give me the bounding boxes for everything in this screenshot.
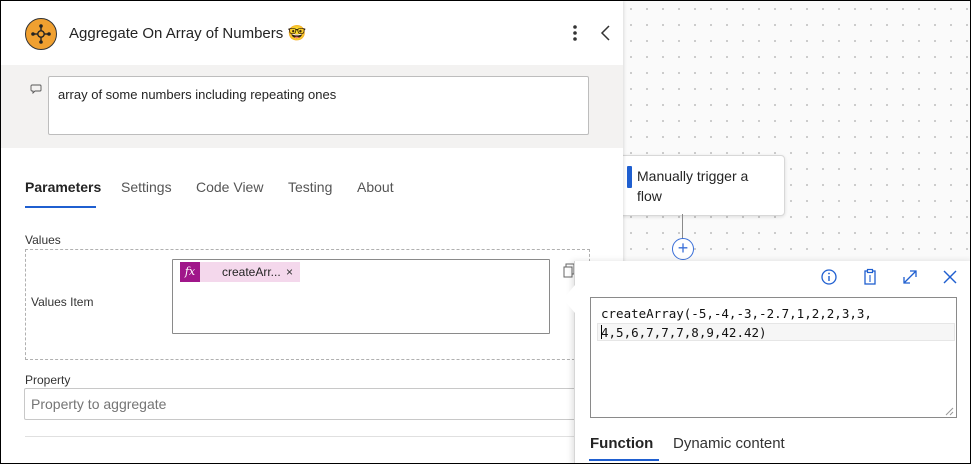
expand-icon[interactable] [901,268,919,286]
add-step-button[interactable]: + [672,238,694,260]
expression-line[interactable]: 4,5,6,7,7,7,8,9,42.42) [601,325,767,340]
description-field[interactable]: array of some numbers including repeatin… [48,76,589,135]
trigger-accent-bar [627,166,632,188]
close-icon[interactable] [941,268,959,286]
resize-handle-icon[interactable] [944,403,954,416]
chevron-left-icon[interactable] [598,21,614,45]
token-remove-button[interactable]: × [286,265,293,279]
tab-dynamic-content[interactable]: Dynamic content [673,435,785,452]
tab-settings[interactable]: Settings [121,179,172,209]
action-panel: Aggregate On Array of Numbers 🤓 array of… [1,1,623,463]
window: Manually trigger a flow + Aggregate On A… [0,0,971,464]
text-cursor [601,325,602,339]
values-label: Values [25,233,61,247]
tab-code-view[interactable]: Code View [196,179,263,209]
more-options-icon[interactable] [567,21,583,45]
info-icon[interactable] [820,268,838,286]
values-item-label: Values Item [31,295,94,309]
action-title[interactable]: Aggregate On Array of Numbers 🤓 [69,24,306,42]
property-input[interactable] [24,388,592,420]
comment-icon [30,81,42,95]
connector-line [682,214,683,240]
tab-parameters[interactable]: Parameters [25,179,101,209]
active-tab-indicator [25,206,96,208]
tab-about[interactable]: About [357,179,394,209]
divider [25,436,591,437]
expression-tab-indicator [589,459,659,461]
trigger-card[interactable]: Manually trigger a flow [618,155,785,216]
property-label: Property [25,373,71,387]
token-label[interactable]: createArr... [222,265,281,279]
clipboard-icon[interactable] [861,268,879,286]
function-icon: fx [180,262,200,282]
tab-testing[interactable]: Testing [288,179,332,209]
trigger-label: Manually trigger a flow [637,168,749,204]
popup-caret [563,285,575,313]
panel-header: Aggregate On Array of Numbers 🤓 [1,1,623,65]
tab-function[interactable]: Function [590,435,653,452]
expression-line[interactable]: createArray(-5,-4,-3,-2.7,1,2,2,3,3, [601,306,872,321]
connector-app-icon [25,18,57,50]
